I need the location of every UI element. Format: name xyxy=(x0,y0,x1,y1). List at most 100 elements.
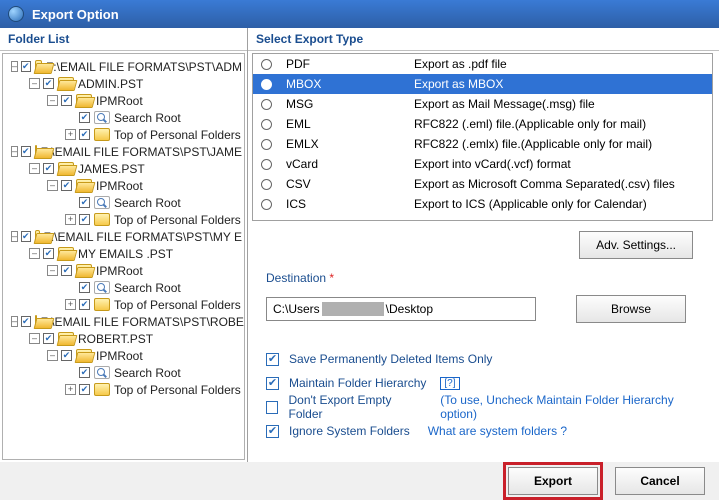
tree-node[interactable]: – F:\EMAIL FILE FORMATS\PST\MY E xyxy=(5,228,242,245)
expand-icon[interactable]: + xyxy=(65,384,76,395)
tree-node[interactable]: Search Root xyxy=(5,109,242,126)
tree-spacer xyxy=(65,282,76,293)
expand-icon[interactable]: + xyxy=(65,214,76,225)
collapse-icon[interactable]: – xyxy=(47,265,58,276)
collapse-icon[interactable]: – xyxy=(11,61,18,72)
tree-checkbox[interactable] xyxy=(43,163,54,174)
tree-checkbox[interactable] xyxy=(43,248,54,259)
tree-checkbox[interactable] xyxy=(79,112,90,123)
tree-node[interactable]: +Top of Personal Folders xyxy=(5,381,242,398)
tree-checkbox[interactable] xyxy=(61,95,72,106)
checkbox-icon[interactable] xyxy=(266,377,279,390)
export-type-row[interactable]: MSGExport as Mail Message(.msg) file xyxy=(253,94,712,114)
tree-node[interactable]: +Top of Personal Folders xyxy=(5,126,242,143)
tree-checkbox[interactable] xyxy=(79,129,90,140)
tree-checkbox[interactable] xyxy=(21,316,31,327)
export-type-row[interactable]: EMLXRFC822 (.emlx) file.(Applicable only… xyxy=(253,134,712,154)
checkbox-icon[interactable] xyxy=(266,401,278,414)
radio-icon[interactable] xyxy=(261,159,272,170)
search-icon xyxy=(94,366,110,379)
tree-node[interactable]: –ADMIN.PST xyxy=(5,75,242,92)
help-link[interactable]: What are system folders ? xyxy=(428,424,567,438)
tree-node[interactable]: –IPMRoot xyxy=(5,177,242,194)
tree-checkbox[interactable] xyxy=(21,146,31,157)
tree-checkbox[interactable] xyxy=(79,214,90,225)
tree-checkbox[interactable] xyxy=(21,231,31,242)
tree-node[interactable]: –ROBERT.PST xyxy=(5,330,242,347)
collapse-icon[interactable]: – xyxy=(11,231,18,242)
option-save-deleted[interactable]: Save Permanently Deleted Items Only xyxy=(266,347,701,371)
tree-checkbox[interactable] xyxy=(79,197,90,208)
export-type-row[interactable]: CSVExport as Microsoft Comma Separated(.… xyxy=(253,174,712,194)
adv-settings-button[interactable]: Adv. Settings... xyxy=(579,231,693,259)
folder-icon xyxy=(58,332,74,345)
destination-label: Destination * xyxy=(266,271,334,285)
tree-checkbox[interactable] xyxy=(43,78,54,89)
tree-checkbox[interactable] xyxy=(61,265,72,276)
cancel-button[interactable]: Cancel xyxy=(615,467,705,495)
expand-icon[interactable]: + xyxy=(65,299,76,310)
tree-spacer xyxy=(65,112,76,123)
tree-checkbox[interactable] xyxy=(61,180,72,191)
collapse-icon[interactable]: – xyxy=(29,163,40,174)
tree-node[interactable]: –F:\EMAIL FILE FORMATS\PST\ROBE xyxy=(5,313,242,330)
tree-label: F:\EMAIL FILE FORMATS\PST\ADM xyxy=(46,60,242,74)
collapse-icon[interactable]: – xyxy=(29,78,40,89)
radio-icon[interactable] xyxy=(261,119,272,130)
tree-checkbox[interactable] xyxy=(79,299,90,310)
radio-icon[interactable] xyxy=(261,59,272,70)
tree-node[interactable]: –F:\EMAIL FILE FORMATS\PST\JAME xyxy=(5,143,242,160)
tree-node[interactable]: – F:\EMAIL FILE FORMATS\PST\ADM xyxy=(5,58,242,75)
tree-label: MY EMAILS .PST xyxy=(78,247,173,261)
collapse-icon[interactable]: – xyxy=(29,248,40,259)
collapse-icon[interactable]: – xyxy=(29,333,40,344)
collapse-icon[interactable]: – xyxy=(47,180,58,191)
radio-icon[interactable] xyxy=(261,139,272,150)
collapse-icon[interactable]: – xyxy=(47,350,58,361)
tree-label: F:\EMAIL FILE FORMATS\PST\MY E xyxy=(44,230,242,244)
export-type-code: ICS xyxy=(286,197,414,211)
export-type-row[interactable]: ICSExport to ICS (Applicable only for Ca… xyxy=(253,194,712,214)
radio-icon[interactable] xyxy=(261,79,272,90)
browse-button[interactable]: Browse xyxy=(576,295,686,323)
tree-node[interactable]: Search Root xyxy=(5,279,242,296)
export-type-list[interactable]: PDFExport as .pdf fileMBOXExport as MBOX… xyxy=(252,53,713,221)
option-dont-export-empty[interactable]: Don't Export Empty Folder (To use, Unche… xyxy=(266,395,701,419)
option-ignore-system[interactable]: Ignore System Folders What are system fo… xyxy=(266,419,701,443)
export-type-row[interactable]: EMLRFC822 (.eml) file.(Applicable only f… xyxy=(253,114,712,134)
checkbox-icon[interactable] xyxy=(266,353,279,366)
tree-node[interactable]: +Top of Personal Folders xyxy=(5,296,242,313)
folder-icon xyxy=(58,162,74,175)
help-icon[interactable]: [?] xyxy=(440,377,459,390)
export-type-row[interactable]: vCardExport into vCard(.vcf) format xyxy=(253,154,712,174)
collapse-icon[interactable]: – xyxy=(11,146,18,157)
export-type-row[interactable]: PDFExport as .pdf file xyxy=(253,54,712,74)
tree-checkbox[interactable] xyxy=(79,367,90,378)
tree-checkbox[interactable] xyxy=(79,282,90,293)
option-maintain-hierarchy[interactable]: Maintain Folder Hierarchy [?] xyxy=(266,371,701,395)
folder-tree-scroll[interactable]: –F:\EMAIL FILE FORMATS\PST\ADM–ADMIN.PST… xyxy=(2,53,245,460)
collapse-icon[interactable]: – xyxy=(11,316,18,327)
tree-checkbox[interactable] xyxy=(79,384,90,395)
collapse-icon[interactable]: – xyxy=(47,95,58,106)
tree-checkbox[interactable] xyxy=(21,61,31,72)
export-button[interactable]: Export xyxy=(508,467,598,495)
tree-node[interactable]: – MY EMAILS .PST xyxy=(5,245,242,262)
tree-node[interactable]: –IPMRoot xyxy=(5,262,242,279)
redacted-segment xyxy=(322,302,384,316)
expand-icon[interactable]: + xyxy=(65,129,76,140)
radio-icon[interactable] xyxy=(261,179,272,190)
tree-node[interactable]: Search Root xyxy=(5,194,242,211)
export-type-row[interactable]: MBOXExport as MBOX xyxy=(253,74,712,94)
tree-checkbox[interactable] xyxy=(43,333,54,344)
tree-node[interactable]: –JAMES.PST xyxy=(5,160,242,177)
radio-icon[interactable] xyxy=(261,199,272,210)
tree-node[interactable]: +Top of Personal Folders xyxy=(5,211,242,228)
radio-icon[interactable] xyxy=(261,99,272,110)
tree-checkbox[interactable] xyxy=(61,350,72,361)
tree-node[interactable]: Search Root xyxy=(5,364,242,381)
destination-input[interactable]: C:\Users\Desktop xyxy=(266,297,536,321)
tree-node[interactable]: –IPMRoot xyxy=(5,92,242,109)
checkbox-icon[interactable] xyxy=(266,425,279,438)
tree-node[interactable]: –IPMRoot xyxy=(5,347,242,364)
